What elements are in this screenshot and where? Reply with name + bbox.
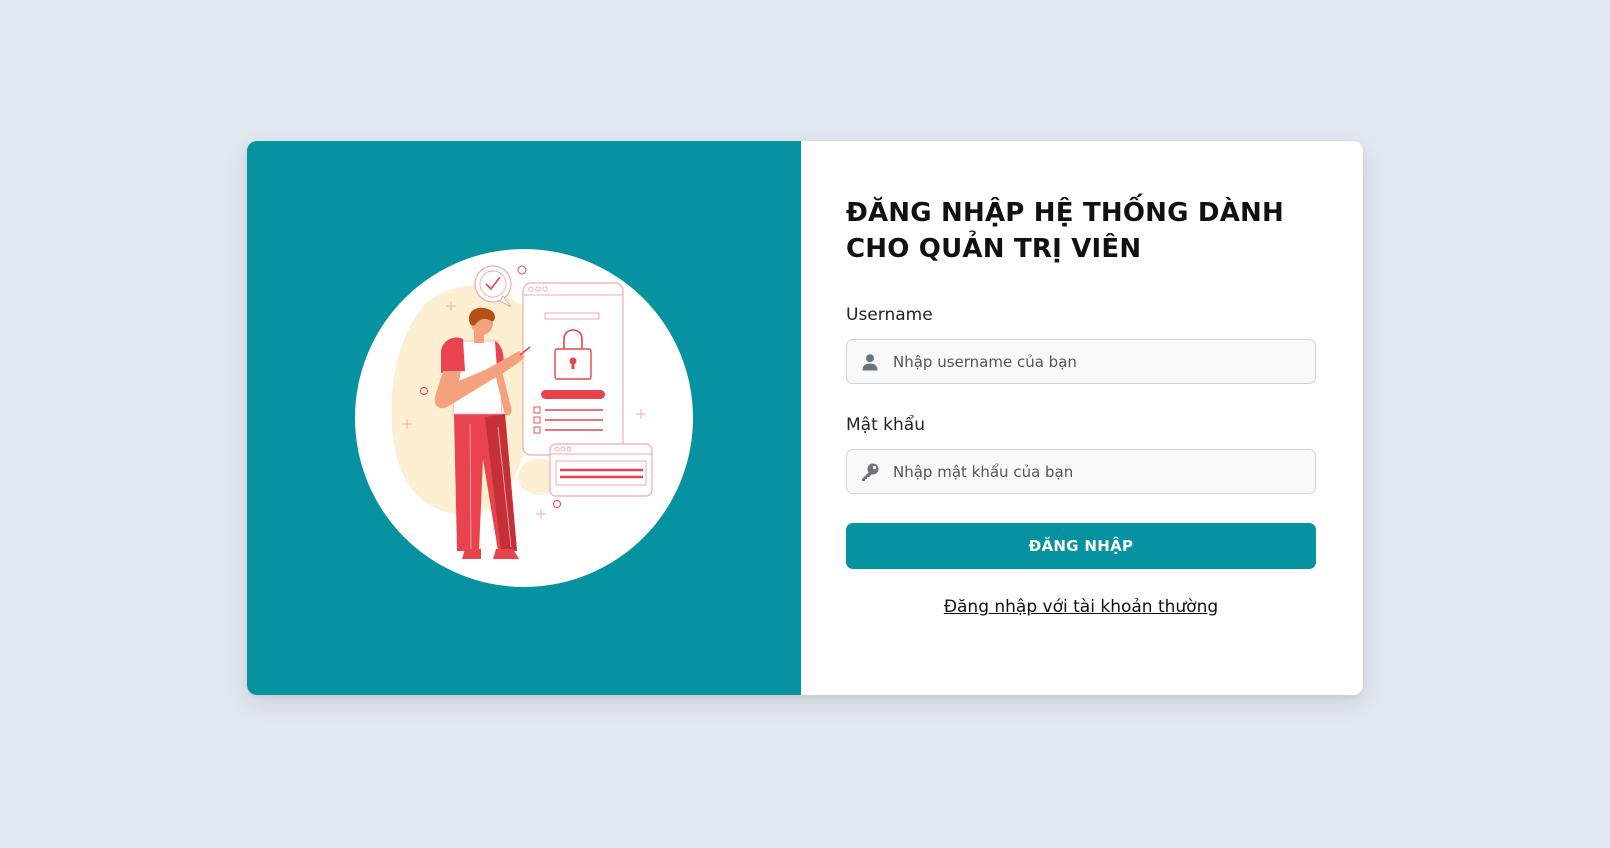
- login-button[interactable]: ĐĂNG NHẬP: [846, 523, 1316, 569]
- username-field[interactable]: [846, 339, 1316, 384]
- password-input[interactable]: [893, 450, 1315, 493]
- security-lock-illustration: [391, 265, 653, 559]
- user-icon: [847, 353, 893, 371]
- illustration-panel: [247, 141, 801, 695]
- login-form-panel: ĐĂNG NHẬP HỆ THỐNG DÀNH CHO QUẢN TRỊ VIÊ…: [801, 141, 1363, 695]
- regular-account-login-link[interactable]: Đăng nhập với tài khoản thường: [944, 597, 1218, 617]
- login-card: ĐĂNG NHẬP HỆ THỐNG DÀNH CHO QUẢN TRỊ VIÊ…: [247, 141, 1363, 695]
- illustration-circle: [355, 249, 693, 587]
- password-field[interactable]: [846, 449, 1316, 494]
- username-input[interactable]: [893, 340, 1315, 383]
- page-title: ĐĂNG NHẬP HỆ THỐNG DÀNH CHO QUẢN TRỊ VIÊ…: [846, 198, 1284, 264]
- key-icon: [847, 462, 893, 482]
- alt-login-container: Đăng nhập với tài khoản thường: [846, 597, 1316, 617]
- username-label: Username: [846, 305, 933, 325]
- password-label: Mật khẩu: [846, 415, 925, 435]
